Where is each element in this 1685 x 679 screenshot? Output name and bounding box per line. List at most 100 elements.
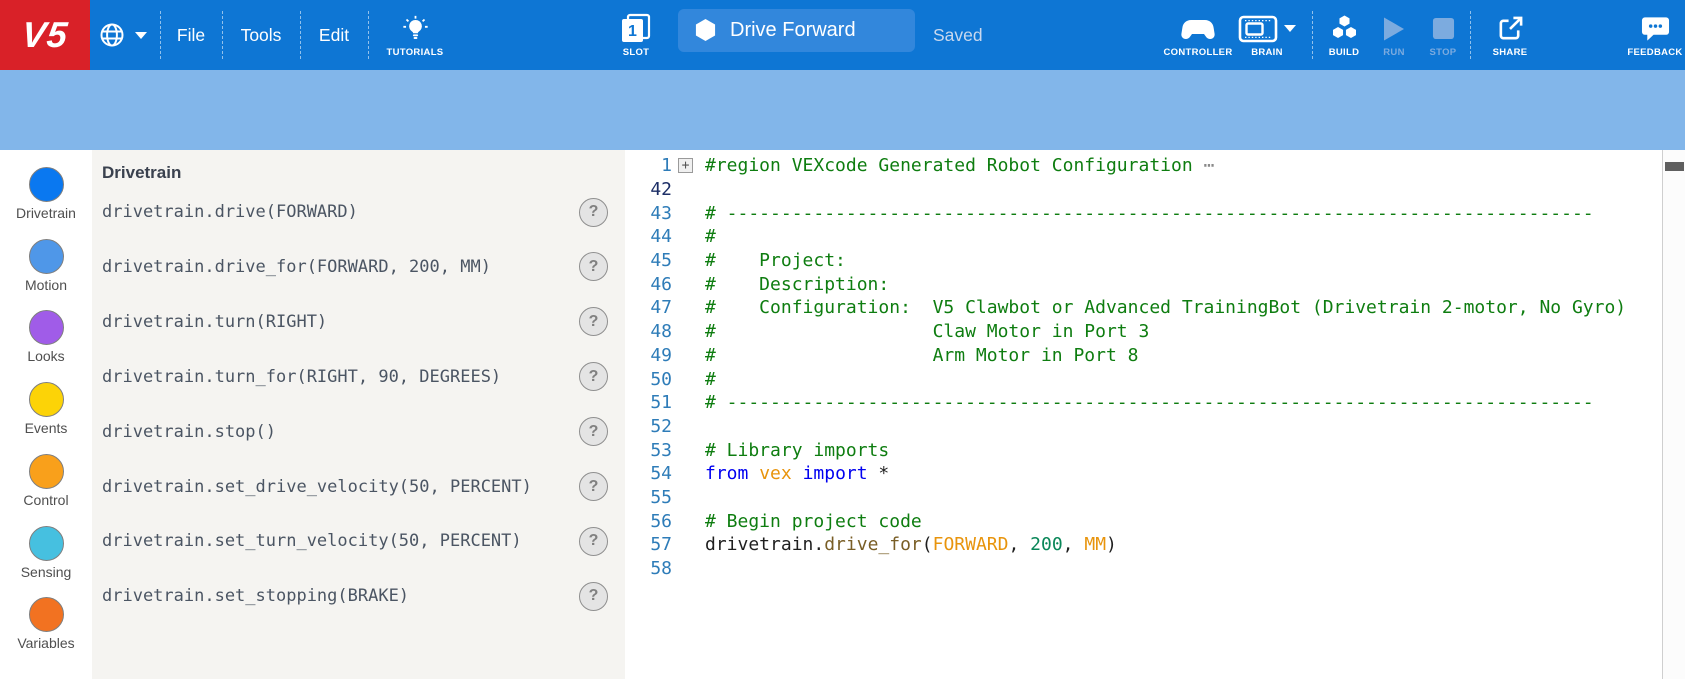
command-palette: Drivetrain drivetrain.drive(FORWARD)?dri… — [92, 150, 625, 679]
sidebar-item-looks[interactable]: Looks — [0, 310, 92, 364]
slot-button[interactable]: 1 SLOT — [612, 0, 660, 70]
code-token: ( — [922, 534, 933, 555]
code-text: # — [705, 369, 1662, 390]
top-menu-bar: V5 File Tools Edit TUTORIALS — [0, 0, 1685, 70]
sidebar-item-control[interactable]: Control — [0, 454, 92, 508]
code-token: import — [803, 463, 868, 484]
command-text: drivetrain.stop() — [102, 422, 276, 442]
command-help-button[interactable]: ? — [579, 362, 608, 391]
code-line[interactable]: 51# ------------------------------------… — [625, 391, 1662, 415]
code-text: # — [705, 226, 1662, 247]
command-row[interactable]: drivetrain.turn_for(RIGHT, 90, DEGREES)? — [92, 349, 625, 404]
code-line[interactable]: 42 — [625, 178, 1662, 202]
vexcode-v5-logo[interactable]: V5 — [0, 0, 90, 70]
feedback-bubble-icon — [1641, 13, 1670, 45]
command-row[interactable]: drivetrain.set_stopping(BRAKE)? — [92, 569, 625, 624]
sidebar-item-drivetrain[interactable]: Drivetrain — [0, 167, 92, 221]
command-help-button[interactable]: ? — [579, 307, 608, 336]
category-label: Events — [25, 420, 68, 436]
code-token: # Project: — [705, 250, 846, 271]
stop-button[interactable]: STOP — [1421, 0, 1465, 70]
command-help-button[interactable]: ? — [579, 582, 608, 611]
line-number: 47 — [625, 297, 672, 318]
category-label: Drivetrain — [16, 205, 76, 221]
line-number: 52 — [625, 416, 672, 437]
language-selector[interactable] — [98, 0, 147, 70]
sidebar-item-events[interactable]: Events — [0, 382, 92, 436]
sidebar-item-sensing[interactable]: Sensing — [0, 526, 92, 580]
command-row[interactable]: drivetrain.turn(RIGHT)? — [92, 294, 625, 349]
category-circle-icon — [29, 239, 64, 274]
code-line[interactable]: 56# Begin project code — [625, 509, 1662, 533]
code-text: # --------------------------------------… — [705, 203, 1662, 224]
menu-file[interactable]: File — [160, 0, 222, 70]
command-help-button[interactable]: ? — [579, 198, 608, 227]
code-token: #region VEXcode Generated Robot Configur… — [705, 155, 1193, 176]
share-button[interactable]: SHARE — [1486, 0, 1534, 70]
palette-header: Drivetrain — [102, 163, 181, 183]
code-token: MM — [1084, 534, 1106, 555]
scrollbar-thumb[interactable] — [1665, 162, 1684, 171]
sidebar-item-variables[interactable]: Variables — [0, 597, 92, 651]
code-line[interactable]: 47 # Configuration: V5 Clawbot or Advance… — [625, 296, 1662, 320]
command-help-button[interactable]: ? — [579, 527, 608, 556]
category-sidebar: Drivetrain Motion Looks Events Control Sensin… — [0, 150, 92, 679]
brain-button[interactable]: BRAIN — [1234, 0, 1300, 70]
code-token: drive_for — [824, 534, 922, 555]
fold-expand-icon[interactable]: + — [678, 158, 693, 173]
code-line[interactable]: 46# Description: — [625, 272, 1662, 296]
code-line[interactable]: 55 — [625, 486, 1662, 510]
line-number: 53 — [625, 440, 672, 461]
command-row[interactable]: drivetrain.set_drive_velocity(50, PERCEN… — [92, 459, 625, 514]
editor-scrollbar[interactable] — [1662, 150, 1685, 679]
command-row[interactable]: drivetrain.stop()? — [92, 404, 625, 459]
line-number: 56 — [625, 511, 672, 532]
project-name-button[interactable]: Drive Forward — [678, 9, 915, 52]
fold-column: + — [672, 158, 705, 173]
command-help-button[interactable]: ? — [579, 417, 608, 446]
code-line[interactable]: 48# Claw Motor in Port 3 — [625, 320, 1662, 344]
code-line[interactable]: 52 — [625, 415, 1662, 439]
command-row[interactable]: drivetrain.drive(FORWARD)? — [92, 185, 625, 240]
controller-button[interactable]: CONTROLLER — [1160, 0, 1236, 70]
feedback-button[interactable]: FEEDBACK — [1622, 0, 1685, 70]
menu-tools[interactable]: Tools — [222, 0, 300, 70]
command-text: drivetrain.drive(FORWARD) — [102, 202, 358, 222]
code-editor[interactable]: 1+#region VEXcode Generated Robot Config… — [625, 150, 1685, 679]
code-token: drivetrain. — [705, 534, 824, 555]
code-line[interactable]: 49# Arm Motor in Port 8 — [625, 344, 1662, 368]
code-line[interactable]: 1+#region VEXcode Generated Robot Config… — [625, 154, 1662, 178]
share-icon — [1497, 13, 1524, 45]
command-help-button[interactable]: ? — [579, 472, 608, 501]
code-line[interactable]: 50# — [625, 367, 1662, 391]
code-text: # Configuration: V5 Clawbot or Advanced … — [705, 297, 1662, 318]
code-line[interactable]: 43 # ------------------------------------… — [625, 201, 1662, 225]
code-line[interactable]: 53# Library imports — [625, 438, 1662, 462]
code-text: # Project: — [705, 250, 1662, 271]
code-line[interactable]: 54from vex import * — [625, 462, 1662, 486]
toolbar-divider — [1470, 11, 1471, 59]
code-token: ⋯ — [1193, 155, 1215, 176]
tutorials-button[interactable]: TUTORIALS — [368, 0, 462, 70]
line-number: 57 — [625, 534, 672, 555]
category-circle-icon — [29, 382, 64, 417]
project-name: Drive Forward — [730, 19, 856, 42]
code-token: * — [868, 463, 890, 484]
code-line[interactable]: 57drivetrain.drive_for(FORWARD, 200, MM) — [625, 533, 1662, 557]
lightbulb-icon — [402, 13, 429, 45]
build-button[interactable]: BUILD — [1321, 0, 1367, 70]
code-line[interactable]: 45# Project: — [625, 249, 1662, 273]
line-number: 43 — [625, 203, 672, 224]
menu-edit[interactable]: Edit — [300, 0, 368, 70]
command-row[interactable]: drivetrain.set_turn_velocity(50, PERCENT… — [92, 514, 625, 569]
code-token: , — [1008, 534, 1030, 555]
command-row[interactable]: drivetrain.drive_for(FORWARD, 200, MM)? — [92, 239, 625, 294]
code-token: # Configuration: V5 Clawbot or Advanced … — [705, 297, 1626, 318]
svg-text:1: 1 — [628, 23, 637, 40]
chevron-down-icon — [1284, 25, 1296, 32]
run-button[interactable]: RUN — [1372, 0, 1416, 70]
code-line[interactable]: 58 — [625, 557, 1662, 581]
code-line[interactable]: 44# — [625, 225, 1662, 249]
command-help-button[interactable]: ? — [579, 252, 608, 281]
sidebar-item-motion[interactable]: Motion — [0, 239, 92, 293]
